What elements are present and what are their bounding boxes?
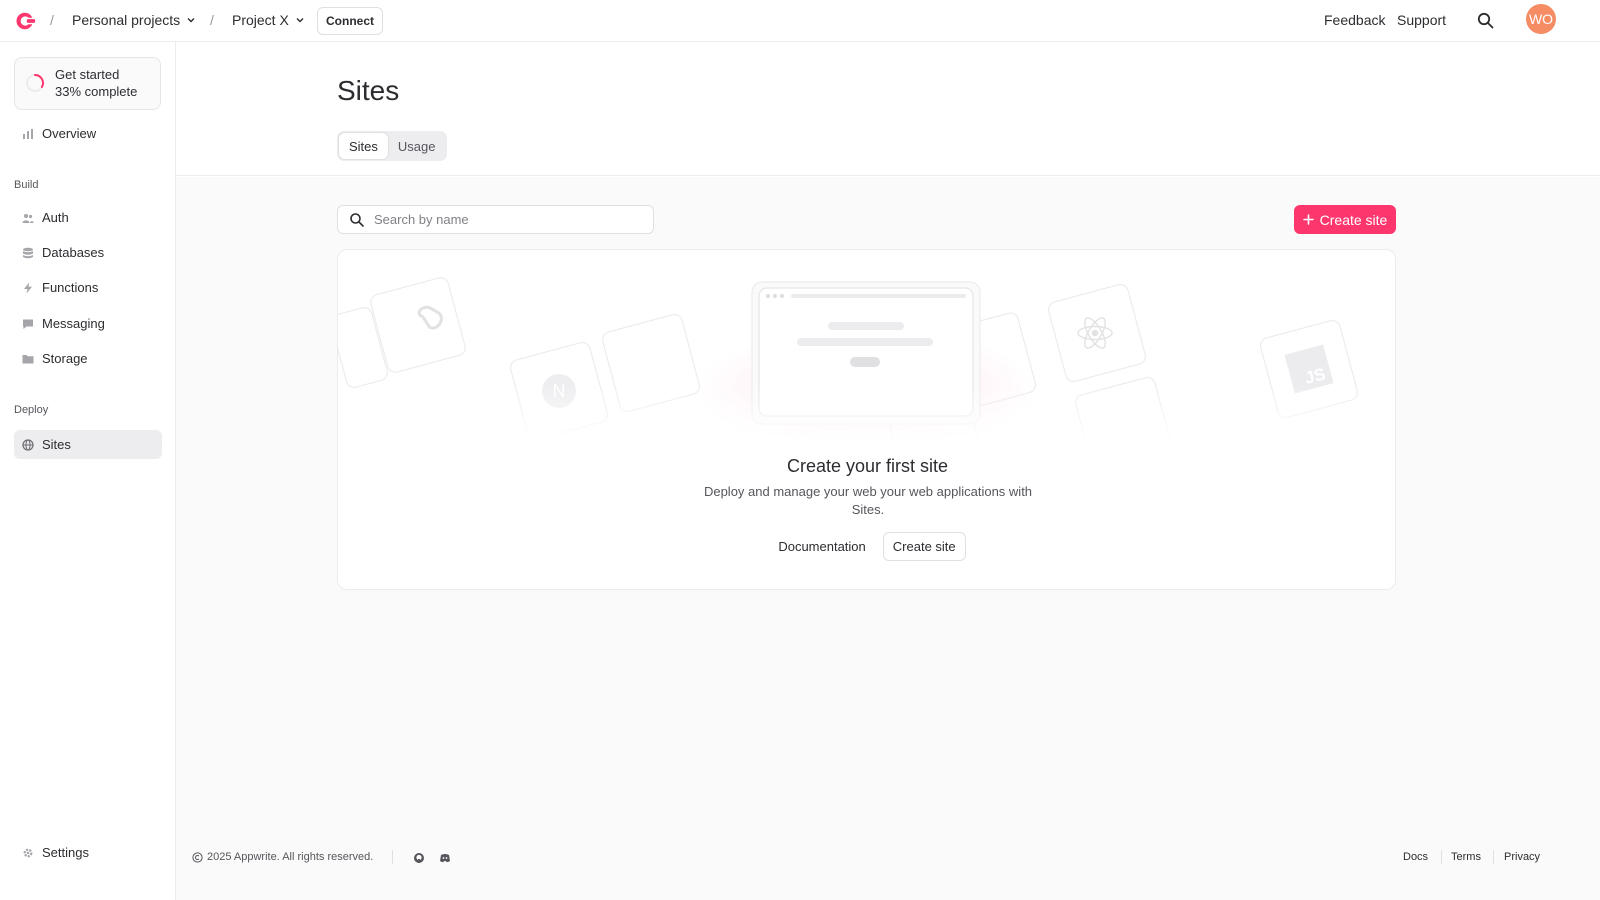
- sidebar-item-overview[interactable]: Overview: [14, 119, 162, 148]
- search-field: [337, 205, 654, 234]
- sidebar-item-databases[interactable]: Databases: [14, 238, 162, 267]
- copyright-icon: [192, 851, 203, 863]
- sidebar-item-label: Overview: [42, 126, 97, 141]
- footer-link-terms[interactable]: Terms: [1451, 851, 1481, 863]
- sidebar-item-messaging[interactable]: Messaging: [14, 309, 162, 338]
- support-link[interactable]: Support: [1397, 12, 1446, 28]
- sidebar-item-label: Sites: [42, 437, 71, 452]
- sidebar-item-label: Messaging: [42, 316, 105, 331]
- users-icon: [22, 212, 34, 224]
- sidebar-item-functions[interactable]: Functions: [14, 273, 162, 302]
- chevron-down-icon: [187, 18, 195, 23]
- database-icon: [22, 247, 34, 259]
- footer-copyright-text: 2025 Appwrite. All rights reserved.: [207, 851, 374, 863]
- discord-icon[interactable]: [439, 852, 451, 864]
- breadcrumb-separator: /: [210, 12, 214, 28]
- globe-icon: [22, 438, 34, 451]
- footer-link-docs[interactable]: Docs: [1403, 851, 1428, 863]
- plus-icon: [1302, 214, 1314, 225]
- page-title: Sites: [337, 75, 400, 106]
- documentation-button[interactable]: Documentation: [769, 532, 874, 561]
- main-content: Create site: [176, 177, 1600, 900]
- sidebar-section-deploy: Deploy: [14, 404, 49, 416]
- empty-state-card: N JS Create your first site: [337, 249, 1396, 590]
- get-started-card[interactable]: Get started 33% complete: [14, 57, 161, 110]
- footer-divider: [392, 850, 393, 864]
- create-site-secondary-button[interactable]: Create site: [882, 532, 966, 561]
- tabs: Sites Usage: [337, 131, 448, 161]
- sidebar-item-settings[interactable]: Settings: [14, 838, 162, 867]
- empty-state-illustration: N JS: [338, 250, 1395, 442]
- gear-icon: [22, 847, 34, 859]
- github-icon[interactable]: [413, 852, 425, 864]
- sidebar-item-auth[interactable]: Auth: [14, 203, 162, 232]
- appwrite-logo-icon[interactable]: [14, 10, 36, 32]
- footer-link-privacy[interactable]: Privacy: [1504, 851, 1540, 863]
- avatar[interactable]: WO: [1526, 4, 1556, 34]
- empty-state-actions: Documentation Create site: [338, 532, 1395, 561]
- search-input[interactable]: [374, 212, 634, 227]
- sidebar-item-label: Auth: [42, 210, 69, 225]
- sidebar-item-label: Databases: [42, 245, 105, 260]
- chevron-down-icon: [296, 18, 304, 23]
- search-icon: [350, 213, 364, 227]
- breadcrumb-org-label: Personal projects: [72, 12, 181, 28]
- empty-state-title: Create your first site: [786, 456, 949, 476]
- breadcrumb-separator: /: [50, 12, 54, 28]
- top-bar: / Personal projects / Project X Connect …: [0, 0, 1600, 42]
- tab-sites[interactable]: Sites: [339, 133, 388, 159]
- bar-chart-icon: [22, 128, 34, 140]
- connect-button[interactable]: Connect: [317, 7, 383, 35]
- get-started-progress: 33% complete: [55, 84, 138, 99]
- empty-state-description: Deploy and manage your web your web appl…: [703, 484, 1033, 517]
- feedback-link[interactable]: Feedback: [1324, 12, 1385, 28]
- sidebar-item-sites[interactable]: Sites: [14, 430, 162, 459]
- sidebar-item-storage[interactable]: Storage: [14, 344, 162, 373]
- breadcrumb-project-label: Project X: [232, 12, 289, 28]
- sidebar-item-label: Storage: [42, 351, 88, 366]
- sidebar-section-build: Build: [14, 179, 39, 191]
- footer-copyright: 2025 Appwrite. All rights reserved.: [192, 851, 373, 863]
- create-site-button-label: Create site: [1319, 211, 1388, 228]
- sidebar: Get started 33% complete Overview Build …: [0, 42, 176, 900]
- progress-ring-icon: [26, 74, 44, 92]
- sidebar-item-label: Functions: [42, 280, 99, 295]
- create-site-button[interactable]: Create site: [1294, 205, 1396, 234]
- breadcrumb-project-selector[interactable]: Project X: [232, 12, 305, 28]
- breadcrumb-org-selector[interactable]: Personal projects: [72, 12, 196, 28]
- get-started-title: Get started: [55, 67, 120, 82]
- page-header: Sites Sites Usage: [176, 42, 1600, 176]
- footer-divider: [1493, 850, 1494, 864]
- sidebar-item-label: Settings: [42, 845, 89, 860]
- folder-icon: [22, 353, 34, 365]
- footer-divider: [1441, 850, 1442, 864]
- search-icon[interactable]: [1476, 11, 1496, 31]
- tab-usage[interactable]: Usage: [388, 133, 446, 159]
- chat-icon: [22, 318, 34, 330]
- lightning-icon: [22, 282, 34, 294]
